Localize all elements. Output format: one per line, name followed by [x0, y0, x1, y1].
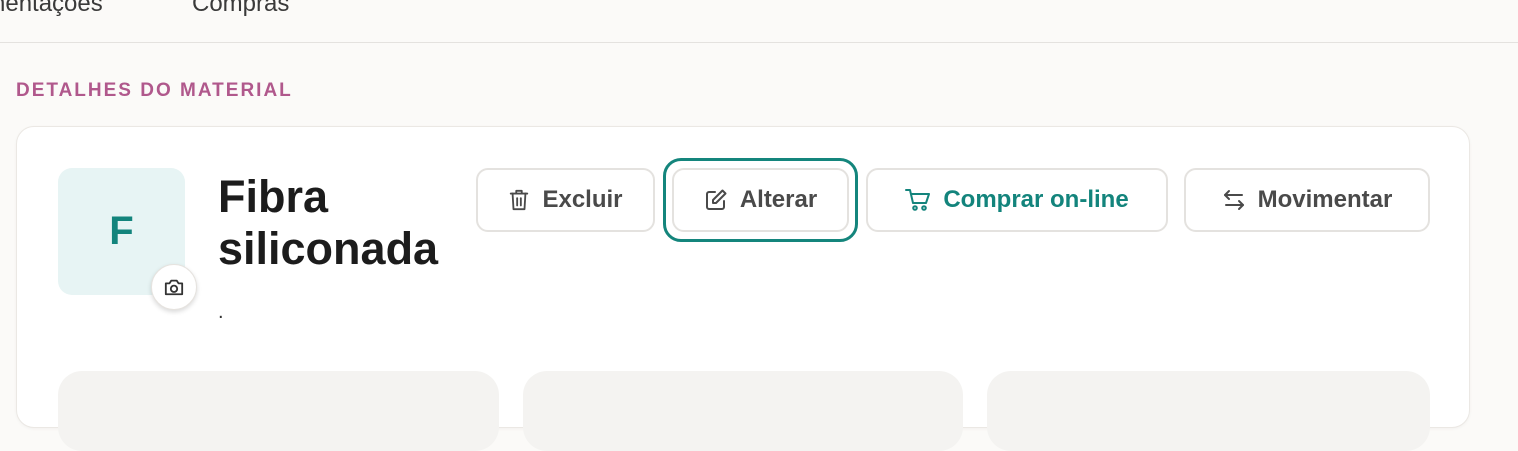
material-details-card: F Fibra siliconada . Excluir Alterar Com… — [16, 126, 1470, 451]
edit-button[interactable]: Alterar — [672, 168, 849, 232]
nav-tab-orientacoes[interactable]: nentações — [0, 0, 103, 18]
edit-button-label: Alterar — [739, 186, 818, 213]
avatar-letter: F — [109, 209, 134, 253]
swap-arrows-icon — [1223, 190, 1244, 210]
edit-icon — [705, 189, 727, 210]
move-stock-button[interactable]: Movimentar — [1184, 168, 1430, 232]
buy-online-button[interactable]: Comprar on-line — [866, 168, 1168, 232]
material-title: Fibra siliconada — [218, 171, 439, 274]
buy-online-button-label: Comprar on-line — [943, 186, 1129, 213]
trash-icon — [510, 189, 529, 211]
change-photo-button[interactable] — [151, 264, 197, 310]
camera-icon — [164, 279, 184, 296]
top-navigation: nentações Compras — [0, 0, 1518, 43]
nav-tab-compras[interactable]: Compras — [192, 0, 289, 18]
info-panel-3 — [987, 371, 1430, 451]
cart-icon — [905, 189, 931, 211]
delete-button[interactable]: Excluir — [476, 168, 655, 232]
move-stock-button-label: Movimentar — [1257, 186, 1393, 213]
delete-button-label: Excluir — [542, 186, 623, 213]
section-title: DETALHES DO MATERIAL — [16, 80, 293, 101]
material-subtitle: . — [218, 301, 224, 323]
info-panel-1 — [58, 371, 499, 451]
info-panel-2 — [523, 371, 963, 451]
